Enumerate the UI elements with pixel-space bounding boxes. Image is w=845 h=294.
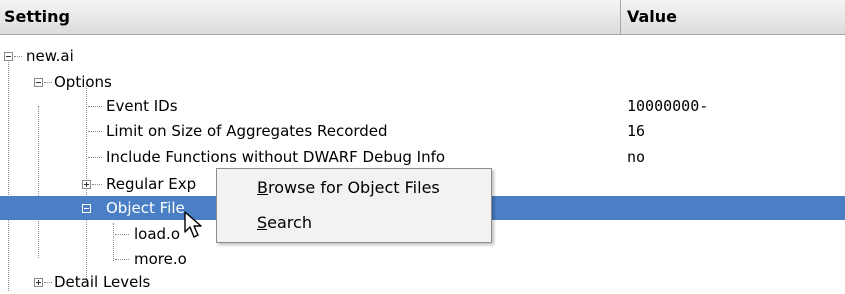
mouse-pointer-icon (184, 211, 202, 238)
tree-row-more[interactable]: more.o (0, 247, 845, 271)
value-include-functions[interactable]: no (627, 145, 645, 169)
tree-label-load: load.o (134, 225, 181, 243)
menu-item-browse-object-files[interactable]: Browse for Object Files (217, 171, 491, 205)
tree-label-more: more.o (134, 250, 187, 268)
collapse-icon[interactable] (82, 204, 91, 213)
tree-row-include-functions[interactable]: Include Functions without DWARF Debug In… (0, 145, 845, 169)
tree-row-root[interactable]: new.ai (0, 44, 845, 68)
tree-label-object-files: Object File (106, 199, 185, 217)
tree-label-detail-levels: Detail Levels (54, 273, 151, 291)
tree-label-regular-exp: Regular Exp (106, 175, 197, 193)
tree-row-options[interactable]: Options (0, 70, 845, 94)
value-limit-size[interactable]: 16 (627, 119, 645, 143)
tree-row-detail-levels[interactable]: Detail Levels (0, 270, 845, 294)
menu-mnemonic: B (257, 178, 268, 197)
menu-item-label: earch (267, 213, 312, 232)
tree-label-options: Options (54, 73, 112, 91)
tree-label-include-functions: Include Functions without DWARF Debug In… (106, 148, 446, 166)
tree-row-event-ids[interactable]: Event IDs 10000000- (0, 94, 845, 118)
value-column-header[interactable]: Value (621, 0, 845, 34)
collapse-icon[interactable] (4, 52, 13, 61)
column-header: Setting Value (0, 0, 845, 35)
menu-item-search[interactable]: Search (217, 206, 491, 240)
tree-label-root: new.ai (26, 47, 74, 65)
expand-icon[interactable] (82, 180, 91, 189)
collapse-icon[interactable] (34, 78, 43, 87)
tree-label-event-ids: Event IDs (106, 97, 178, 115)
menu-item-label: rowse for Object Files (267, 178, 440, 197)
tree-row-limit-size[interactable]: Limit on Size of Aggregates Recorded 16 (0, 119, 845, 143)
value-event-ids[interactable]: 10000000- (627, 94, 708, 118)
menu-mnemonic: S (257, 213, 268, 232)
setting-column-header[interactable]: Setting (0, 0, 621, 34)
context-menu: Browse for Object Files Search (216, 168, 492, 243)
expand-icon[interactable] (34, 278, 43, 287)
tree-label-limit-size: Limit on Size of Aggregates Recorded (106, 122, 388, 140)
